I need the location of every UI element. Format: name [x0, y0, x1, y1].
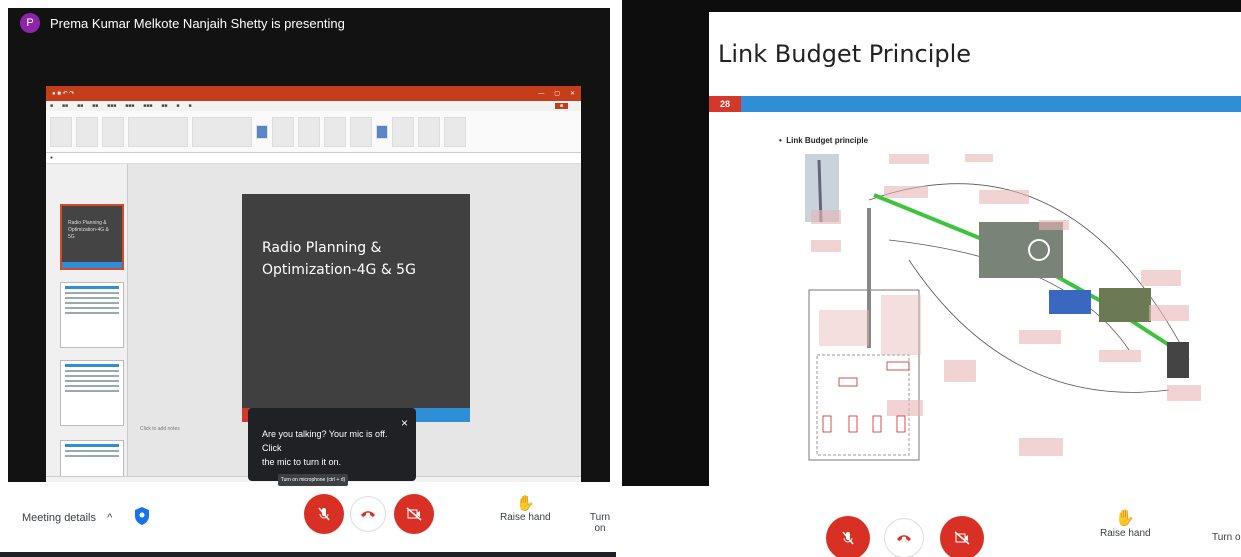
hand-icon: ✋: [515, 495, 535, 512]
ppt-title-bar: ● ■ ↶ ↷ — ▢ ✕: [46, 86, 581, 101]
right-meet-control-bar: ✋ Raise hand Turn o: [622, 486, 1241, 557]
camera-button[interactable]: [394, 494, 434, 534]
camera-off-icon: [954, 531, 970, 545]
ppt-ribbon: [46, 111, 581, 153]
car-image: [1049, 290, 1091, 314]
label-block: [1019, 330, 1061, 344]
label-block: [1039, 220, 1069, 230]
notes-placeholder: Click to add notes: [140, 426, 180, 432]
mic-button[interactable]: [304, 494, 344, 534]
link-budget-diagram: [805, 154, 1201, 461]
turn-on-captions-button[interactable]: Turn on: [584, 512, 616, 534]
label-block: [887, 400, 923, 416]
raise-hand-button-right[interactable]: ✋ Raise hand: [1100, 508, 1151, 539]
mic-shortcut-hint: Turn on microphone (ctrl + d): [278, 474, 348, 486]
mic-prompt-line-1: Are you talking? Your mic is off. Click: [262, 429, 388, 453]
label-block: [884, 186, 928, 198]
bts-component: [886, 361, 910, 371]
mic-prompt-line-2: the mic to turn it on.: [262, 456, 342, 467]
label-block: [1141, 270, 1181, 286]
left-meet-window: P Prema Kumar Melkote Nanjaih Shetty is …: [0, 0, 616, 557]
hand-icon: ✋: [1115, 510, 1136, 527]
label-block: [881, 295, 921, 355]
presenter-bar: P Prema Kumar Melkote Nanjaih Shetty is …: [8, 8, 610, 38]
sensitivity-bar: ●: [46, 153, 581, 164]
slide-thumb-3: [60, 360, 124, 426]
slide-line-1: Radio Planning &: [262, 240, 382, 256]
slide-thumb-1: Radio Planning & Optimization-4G & 5G: [60, 204, 124, 270]
turn-on-captions-button-right[interactable]: Turn o: [1212, 532, 1241, 543]
turn-on-label: Turn on: [589, 512, 611, 534]
camera-off-icon: [406, 507, 422, 521]
label-block: [819, 310, 869, 346]
bts-component: [872, 415, 882, 433]
right-presentation-stage: Link Budget Principle 28 • Link Budget p…: [622, 0, 1241, 557]
slide-title-bar: [741, 96, 1241, 112]
label-block: [1099, 350, 1141, 362]
meeting-details-button[interactable]: Meeting details ^: [22, 512, 112, 524]
label-block: [1149, 305, 1189, 321]
right-meet-window: Link Budget Principle 28 • Link Budget p…: [622, 0, 1241, 557]
label-block: [979, 190, 1029, 204]
meeting-details-label: Meeting details: [22, 512, 96, 524]
label-block: [944, 360, 976, 382]
presenter-avatar: P: [20, 13, 40, 33]
raise-hand-label: Raise hand: [500, 512, 551, 523]
mic-button-right[interactable]: [826, 516, 870, 557]
bts-component: [838, 377, 858, 387]
thumb1-text: Radio Planning & Optimization-4G & 5G: [68, 220, 109, 240]
turn-on-label: Turn o: [1212, 532, 1241, 543]
ppt-menu-bar: ■ ■■ ■■ ■■ ■■■ ■■■ ■■■ ■■ ■ ■ ■: [46, 101, 581, 111]
taskbar-strip: [0, 552, 616, 557]
bullet-text: Link Budget principle: [786, 136, 869, 145]
bts-component: [848, 415, 858, 433]
leave-call-button[interactable]: [350, 496, 386, 532]
label-block: [811, 240, 841, 252]
presentation-stage: P Prema Kumar Melkote Nanjaih Shetty is …: [8, 8, 610, 486]
presenter-label: Prema Kumar Melkote Nanjaih Shetty is pr…: [50, 15, 345, 31]
ppt-autosave: ● ■ ↶ ↷: [52, 91, 75, 97]
label-block: [889, 154, 929, 164]
window-controls: — ▢ ✕: [538, 91, 575, 97]
slide-thumbnails: Radio Planning & Optimization-4G & 5G: [46, 164, 128, 486]
camera-button-right[interactable]: [940, 516, 984, 557]
shield-icon[interactable]: [134, 506, 150, 526]
mobile-user-image: [1167, 342, 1189, 378]
meet-control-bar: Meeting details ^ ✋ Raise hand Turn on: [0, 482, 616, 557]
mic-off-icon: [318, 507, 330, 521]
slide-bullet: • Link Budget principle: [779, 136, 869, 145]
slide-title: Link Budget Principle: [718, 40, 972, 68]
raise-hand-button[interactable]: ✋ Raise hand: [500, 494, 551, 523]
share-button: ■: [554, 103, 568, 109]
chevron-up-icon: ^: [107, 512, 113, 524]
bts-component: [822, 415, 832, 433]
label-block: [811, 210, 841, 224]
current-slide: Radio Planning & Optimization-4G & 5G: [242, 194, 470, 422]
slide-text: Radio Planning & Optimization-4G & 5G: [242, 194, 470, 281]
bts-component: [896, 415, 906, 433]
slide-thumb-2: [60, 282, 124, 348]
bts-components: [822, 361, 910, 433]
house-image: [1099, 288, 1151, 322]
hang-up-icon: [361, 511, 375, 517]
label-block: [965, 154, 993, 162]
terrain-overlay: [979, 222, 1063, 278]
mic-off-icon: [842, 531, 854, 545]
hang-up-icon: [897, 535, 911, 541]
label-block: [1167, 385, 1201, 401]
leave-call-button-right[interactable]: [884, 518, 924, 557]
label-block: [1019, 438, 1063, 456]
mic-off-prompt: × Are you talking? Your mic is off. Clic…: [248, 408, 416, 481]
raise-hand-label: Raise hand: [1100, 528, 1151, 539]
slide-line-2: Optimization-4G & 5G: [262, 261, 416, 278]
close-icon[interactable]: ×: [401, 414, 408, 433]
link-budget-slide: Link Budget Principle 28 • Link Budget p…: [709, 12, 1241, 486]
slide-number: 28: [709, 96, 741, 112]
